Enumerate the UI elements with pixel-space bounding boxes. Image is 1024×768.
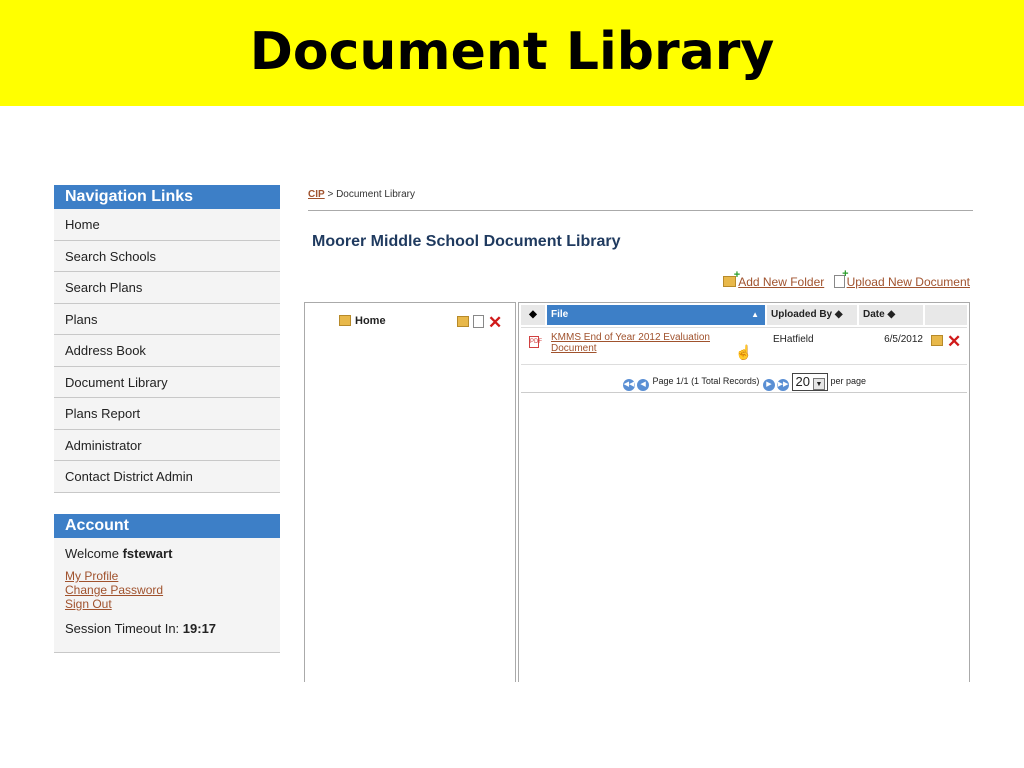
library-actions: Add New Folder Upload New Document [723,268,970,289]
breadcrumb-separator: > [324,189,337,200]
nav-item-home[interactable]: Home [54,209,280,241]
nav-item-contact-district-admin[interactable]: Contact District Admin [54,461,280,493]
pdf-icon: PDF [529,336,542,348]
navigation-panel: Navigation Links Home Search Schools Sea… [54,185,280,493]
per-page-label: per page [830,376,866,386]
file-link[interactable]: KMMS End of Year 2012 Evaluation Documen… [551,332,731,354]
sort-up-icon: ▲ [751,310,759,319]
page-title: Moorer Middle School Document Library [312,233,621,250]
page-size-select[interactable]: 20 ▼ [792,372,828,391]
folder-icon [339,315,351,326]
pager: ◀◀ ◀ Page 1/1 (1 Total Records) ▶ ▶▶ 20 ▼ p… [521,369,967,393]
delete-icon[interactable]: ✕ [947,332,961,351]
uploaded-by-column-header[interactable]: Uploaded By ◆ [767,305,857,325]
row-actions: ✕ [931,332,961,352]
tree-node-actions: ✕ [457,313,502,333]
nav-item-search-plans[interactable]: Search Plans [54,272,280,304]
session-value: 19:17 [182,621,217,636]
breadcrumb-current: Document Library [336,189,415,200]
account-heading: Account [54,514,280,538]
slide-title: Document Library [249,22,775,82]
nav-item-search-schools[interactable]: Search Schools [54,240,280,272]
chevron-down-icon: ▼ [812,377,825,390]
add-folder-icon[interactable] [457,316,469,327]
account-panel: Account Welcome fstewart My Profile Chan… [54,514,280,653]
welcome-prefix: Welcome [65,546,123,561]
tree-node-home[interactable]: Home [339,315,386,327]
breadcrumb-cip-link[interactable]: CIP [308,189,325,200]
pager-text: Page 1/1 (1 Total Records) [652,376,760,386]
welcome-text: Welcome fstewart [65,546,269,561]
next-page-icon[interactable]: ▶ [762,379,775,391]
first-page-icon[interactable]: ◀◀ [623,379,636,391]
account-body: Welcome fstewart My Profile Change Passw… [54,538,280,653]
actions-column-header [925,305,967,325]
nav-item-plans-report[interactable]: Plans Report [54,398,280,430]
last-page-icon[interactable]: ▶▶ [776,379,789,391]
date-column-header[interactable]: Date ◆ [859,305,923,325]
file-header-label: File [551,309,569,320]
nav-item-address-book[interactable]: Address Book [54,335,280,367]
add-document-icon[interactable] [473,315,484,328]
uploaded-by-cell: EHatfield [773,334,814,345]
sort-column-header[interactable]: ◆ [521,305,545,325]
my-profile-link[interactable]: My Profile [65,569,269,583]
table-row: PDF KMMS End of Year 2012 Evaluation Doc… [521,327,967,365]
upload-new-document-link[interactable]: Upload New Document [847,275,970,289]
delete-icon[interactable]: ✕ [488,313,502,332]
sign-out-link[interactable]: Sign Out [65,597,269,611]
document-add-icon[interactable] [833,268,849,288]
session-timeout: Session Timeout In: 19:17 [65,621,269,636]
date-cell: 6/5/2012 [884,334,923,345]
prev-page-icon[interactable]: ◀ [637,379,650,391]
nav-item-administrator[interactable]: Administrator [54,429,280,461]
folder-add-icon[interactable] [723,269,740,287]
session-label: Session Timeout In: [65,621,183,636]
breadcrumb-divider [308,210,973,211]
nav-item-plans[interactable]: Plans [54,303,280,335]
slide-banner: Document Library [0,0,1024,106]
account-links: My Profile Change Password Sign Out [65,569,269,611]
file-column-header[interactable]: File ▲ [547,305,765,325]
navigation-heading: Navigation Links [54,185,280,209]
edit-icon[interactable] [931,335,943,346]
add-new-folder-link[interactable]: Add New Folder [738,275,824,289]
breadcrumb: CIP > Document Library [308,189,415,200]
nav-item-document-library[interactable]: Document Library [54,366,280,398]
folder-tree: Home ✕ [304,302,516,682]
tree-node-label: Home [355,315,386,327]
page-size-value: 20 [795,373,810,389]
hand-cursor-icon: ☝ [735,344,753,360]
change-password-link[interactable]: Change Password [65,583,269,597]
username: fstewart [122,546,173,561]
document-grid: ◆ File ▲ Uploaded By ◆ Date ◆ PDF KMMS En… [518,302,970,682]
